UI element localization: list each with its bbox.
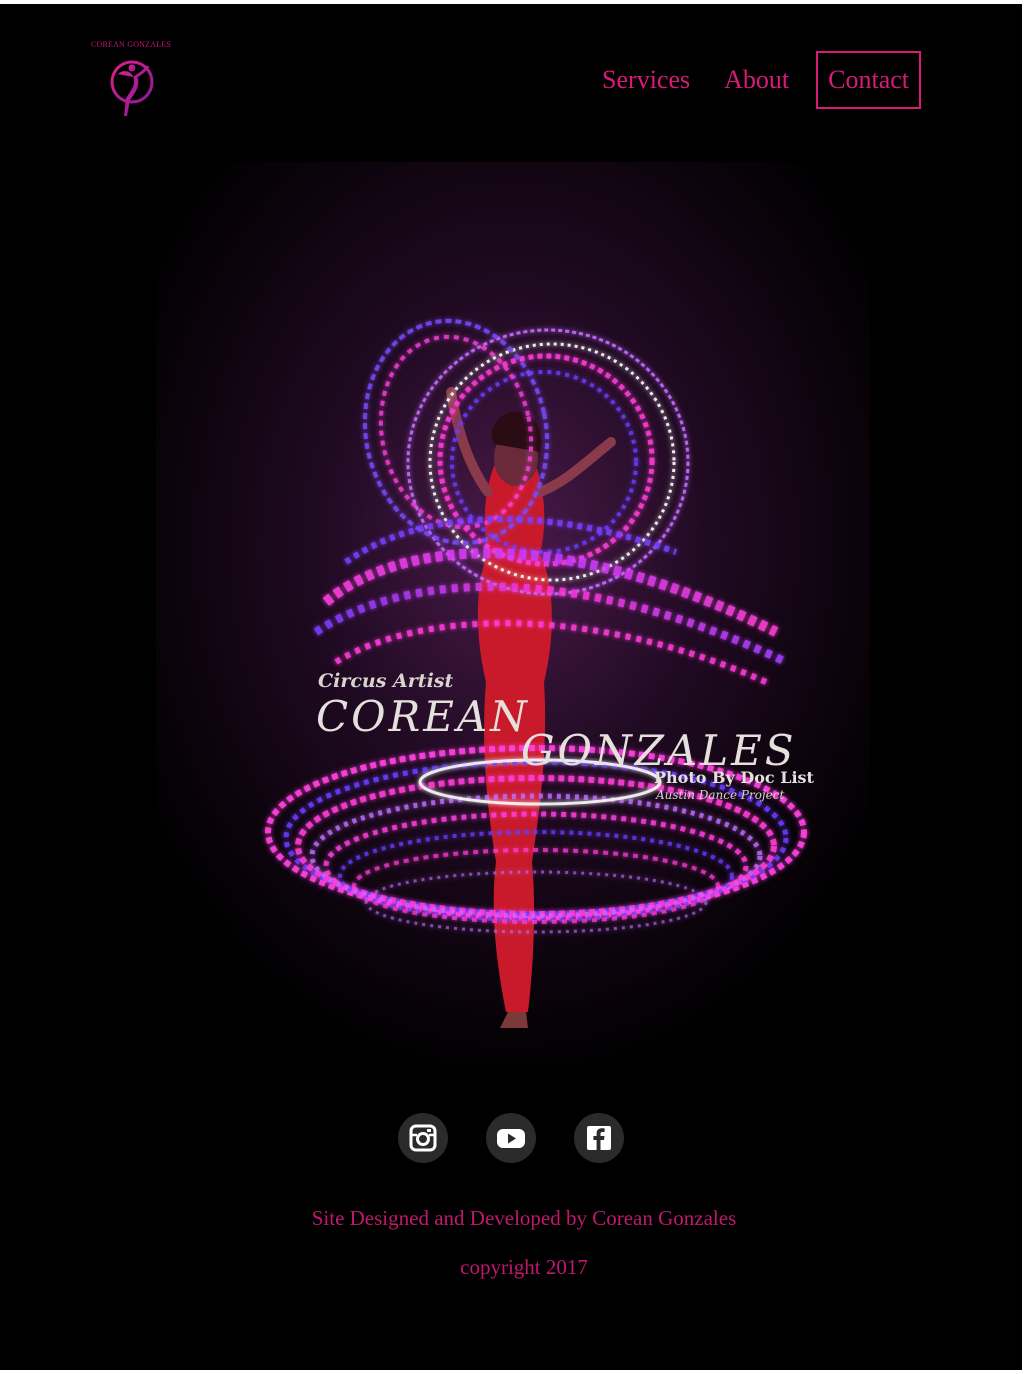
nav-contact-button[interactable]: Contact (816, 51, 921, 109)
footer-credit: Site Designed and Developed by Corean Go… (311, 1206, 737, 1230)
youtube-link[interactable] (486, 1113, 536, 1163)
nav-services-link[interactable]: Services (602, 67, 690, 93)
hoop-dancer-illustration (156, 162, 870, 1070)
main-nav: Services About Contact (602, 51, 921, 109)
instagram-link[interactable] (398, 1113, 448, 1163)
nav-about-link[interactable]: About (724, 67, 789, 93)
facebook-icon (587, 1126, 611, 1150)
logo-text: COREAN GONZALES (90, 40, 172, 49)
youtube-icon (497, 1129, 525, 1148)
logo[interactable]: COREAN GONZALES (86, 40, 176, 124)
aerial-hoop-dancer-icon (110, 60, 154, 116)
footer-copyright: copyright 2017 (460, 1255, 588, 1279)
hero-photo: Circus Artist COREAN GONZALES Photo By D… (156, 162, 870, 1070)
instagram-icon (409, 1124, 437, 1152)
social-links (0, 1113, 1022, 1163)
page: COREAN GONZALES Services About Contact C… (0, 4, 1022, 1370)
facebook-link[interactable] (574, 1113, 624, 1163)
